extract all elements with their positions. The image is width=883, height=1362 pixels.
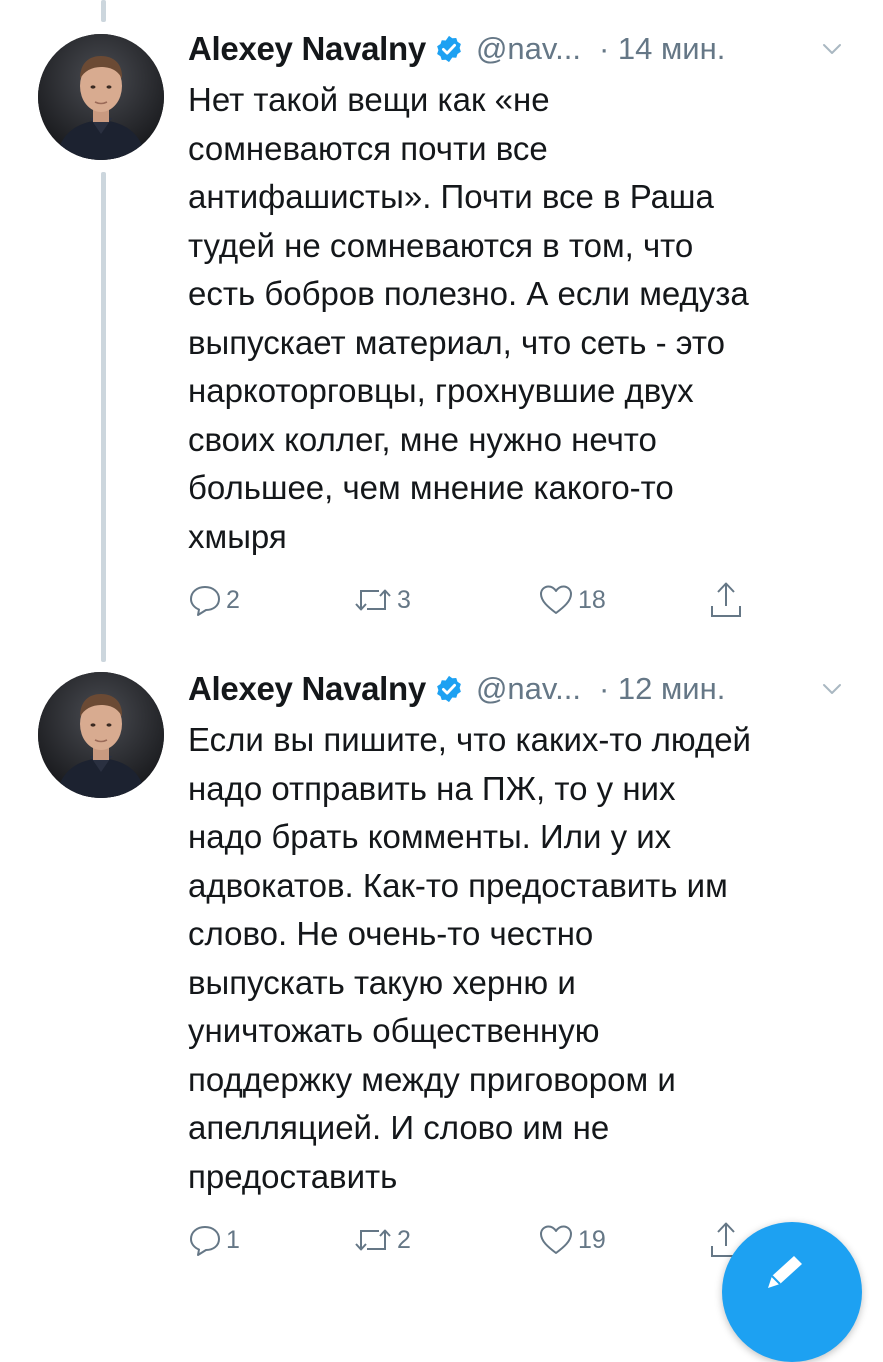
share-icon (708, 580, 744, 620)
tweet-text: Нет такой вещи как «не сомневаются почти… (188, 81, 749, 555)
tweet[interactable]: Alexey Navalny @nav... · 12 мин. Если вы… (0, 660, 883, 1280)
reply-count: 2 (226, 585, 240, 614)
heart-icon (538, 583, 574, 617)
reply-button[interactable]: 1 (188, 1220, 240, 1260)
tweet-actions: 1 2 19 (188, 1220, 788, 1260)
reply-icon (188, 1223, 222, 1257)
compose-button[interactable] (722, 1222, 862, 1362)
retweet-count: 2 (397, 1225, 411, 1254)
retweet-count: 3 (397, 585, 411, 614)
verified-badge-icon (434, 674, 464, 704)
reply-icon (188, 583, 222, 617)
reply-count: 1 (226, 1225, 240, 1254)
author-name[interactable]: Alexey Navalny (188, 30, 426, 68)
tweet-timestamp[interactable]: · 14 мин. (599, 31, 725, 67)
tweet-timestamp[interactable]: · 12 мин. (599, 671, 725, 707)
compose-icon (768, 1256, 802, 1288)
tweet-actions: 2 3 18 (188, 580, 788, 620)
verified-badge-icon (434, 34, 464, 64)
heart-icon (538, 1223, 574, 1257)
author-handle[interactable]: @nav... (476, 671, 581, 707)
reply-button[interactable]: 2 (188, 580, 240, 620)
share-button[interactable] (708, 580, 744, 620)
avatar-portrait-icon (38, 34, 164, 160)
retweet-icon (353, 1223, 393, 1257)
tweet-text: Если вы пишите, что каких-то людей надо … (188, 721, 751, 1195)
avatar[interactable] (38, 34, 164, 160)
chevron-down-icon[interactable] (821, 38, 843, 60)
tweet-header: Alexey Navalny @nav... · 14 мин. (188, 24, 853, 74)
avatar[interactable] (38, 672, 164, 798)
author-handle[interactable]: @nav... (476, 31, 581, 67)
like-button[interactable]: 18 (538, 580, 606, 620)
tweet-header: Alexey Navalny @nav... · 12 мин. (188, 664, 853, 714)
retweet-icon (353, 583, 393, 617)
retweet-button[interactable]: 2 (353, 1220, 411, 1260)
like-count: 18 (578, 585, 606, 614)
retweet-button[interactable]: 3 (353, 580, 411, 620)
avatar-portrait-icon (38, 672, 164, 798)
chevron-down-icon[interactable] (821, 678, 843, 700)
author-name[interactable]: Alexey Navalny (188, 670, 426, 708)
like-count: 19 (578, 1225, 606, 1254)
tweet[interactable]: Alexey Navalny @nav... · 14 мин. Нет так… (0, 0, 883, 660)
like-button[interactable]: 19 (538, 1220, 606, 1260)
